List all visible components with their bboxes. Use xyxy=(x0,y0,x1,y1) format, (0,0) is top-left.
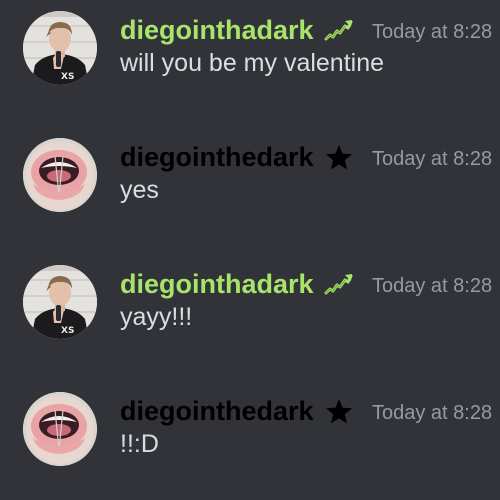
timestamp: Today at 8:28 xyxy=(372,148,493,170)
message[interactable]: diegointhadark Today at 8:28 will you be… xyxy=(0,0,500,120)
message[interactable]: diegointhedark Today at 8:28 !!:D xyxy=(0,381,500,500)
message-content: yayy!!! xyxy=(120,303,193,331)
avatar[interactable] xyxy=(23,265,97,339)
timestamp: Today at 8:28 xyxy=(372,402,493,424)
trending-up-icon xyxy=(324,271,354,297)
message-content: will you be my valentine xyxy=(120,49,385,77)
timestamp: Today at 8:28 xyxy=(372,21,493,43)
message-content: yes xyxy=(120,176,159,204)
message-header: diegointhedark Today at 8:28 xyxy=(120,139,500,175)
trending-up-icon xyxy=(324,17,354,43)
avatar[interactable] xyxy=(23,392,97,466)
star-icon xyxy=(324,398,354,424)
username[interactable]: diegointhedark xyxy=(120,393,314,429)
message-header: diegointhedark Today at 8:28 xyxy=(120,393,500,429)
message-header: diegointhadark Today at 8:28 xyxy=(120,12,500,48)
star-icon xyxy=(324,144,354,170)
username[interactable]: diegointhadark xyxy=(120,266,314,302)
message[interactable]: diegointhedark Today at 8:28 yes xyxy=(0,127,500,247)
username[interactable]: diegointhedark xyxy=(120,139,314,175)
message[interactable]: diegointhadark Today at 8:28 yayy!!! xyxy=(0,254,500,374)
avatar[interactable] xyxy=(23,138,97,212)
timestamp: Today at 8:28 xyxy=(372,275,493,297)
username[interactable]: diegointhadark xyxy=(120,12,314,48)
message-content: !!:D xyxy=(120,430,159,458)
avatar[interactable] xyxy=(23,11,97,85)
message-header: diegointhadark Today at 8:28 xyxy=(120,266,500,302)
message-list: diegointhadark Today at 8:28 will you be… xyxy=(0,0,500,500)
